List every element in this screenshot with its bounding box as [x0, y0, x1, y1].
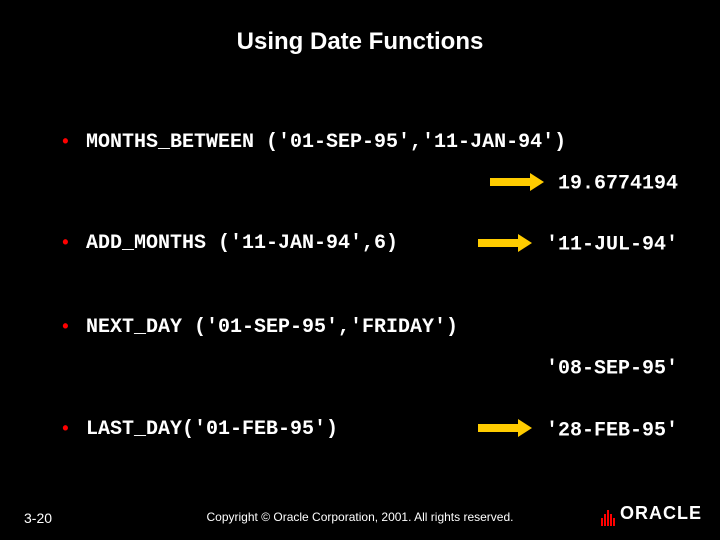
- arrow-icon: [478, 417, 532, 443]
- oracle-logo: ORACLE: [601, 503, 702, 526]
- fn-row: • LAST_DAY('01-FEB-95') '28-FEB-95': [60, 417, 680, 443]
- fn-call: NEXT_DAY ('01-SEP-95','FRIDAY'): [60, 315, 458, 341]
- fn-row: • ADD_MONTHS ('11-JAN-94',6) '11-JUL-94': [60, 231, 680, 257]
- fn-result: '11-JUL-94': [546, 234, 678, 257]
- fn-row: • MONTHS_BETWEEN ('01-SEP-95','11-JAN-94…: [60, 130, 680, 156]
- bullet-icon: •: [60, 132, 71, 155]
- bullet-icon: •: [60, 419, 71, 442]
- fn-row: • NEXT_DAY ('01-SEP-95','FRIDAY'): [60, 315, 680, 341]
- fn-result: 19.6774194: [558, 172, 678, 195]
- fn-result-inline: '11-JUL-94': [478, 231, 678, 258]
- oracle-logo-icon: [601, 505, 616, 526]
- slide-title: Using Date Functions: [0, 28, 720, 56]
- fn-result-row: '08-SEP-95': [60, 355, 680, 382]
- slide-body: • MONTHS_BETWEEN ('01-SEP-95','11-JAN-94…: [60, 130, 680, 457]
- fn-result: '28-FEB-95': [546, 419, 678, 442]
- oracle-logo-text: ORACLE: [620, 503, 702, 523]
- fn-result-inline: '28-FEB-95': [478, 417, 678, 444]
- fn-call: ADD_MONTHS ('11-JAN-94',6): [60, 231, 398, 257]
- fn-result: '08-SEP-95': [546, 358, 678, 381]
- fn-call: MONTHS_BETWEEN ('01-SEP-95','11-JAN-94'): [60, 130, 566, 156]
- fn-call: LAST_DAY('01-FEB-95'): [60, 417, 338, 443]
- arrow-icon: [490, 170, 544, 196]
- footer: 3-20 Copyright © Oracle Corporation, 200…: [0, 502, 720, 526]
- fn-result-row: 19.6774194: [60, 170, 680, 197]
- arrow-icon: [478, 231, 532, 257]
- bullet-icon: •: [60, 317, 71, 340]
- bullet-icon: •: [60, 233, 71, 256]
